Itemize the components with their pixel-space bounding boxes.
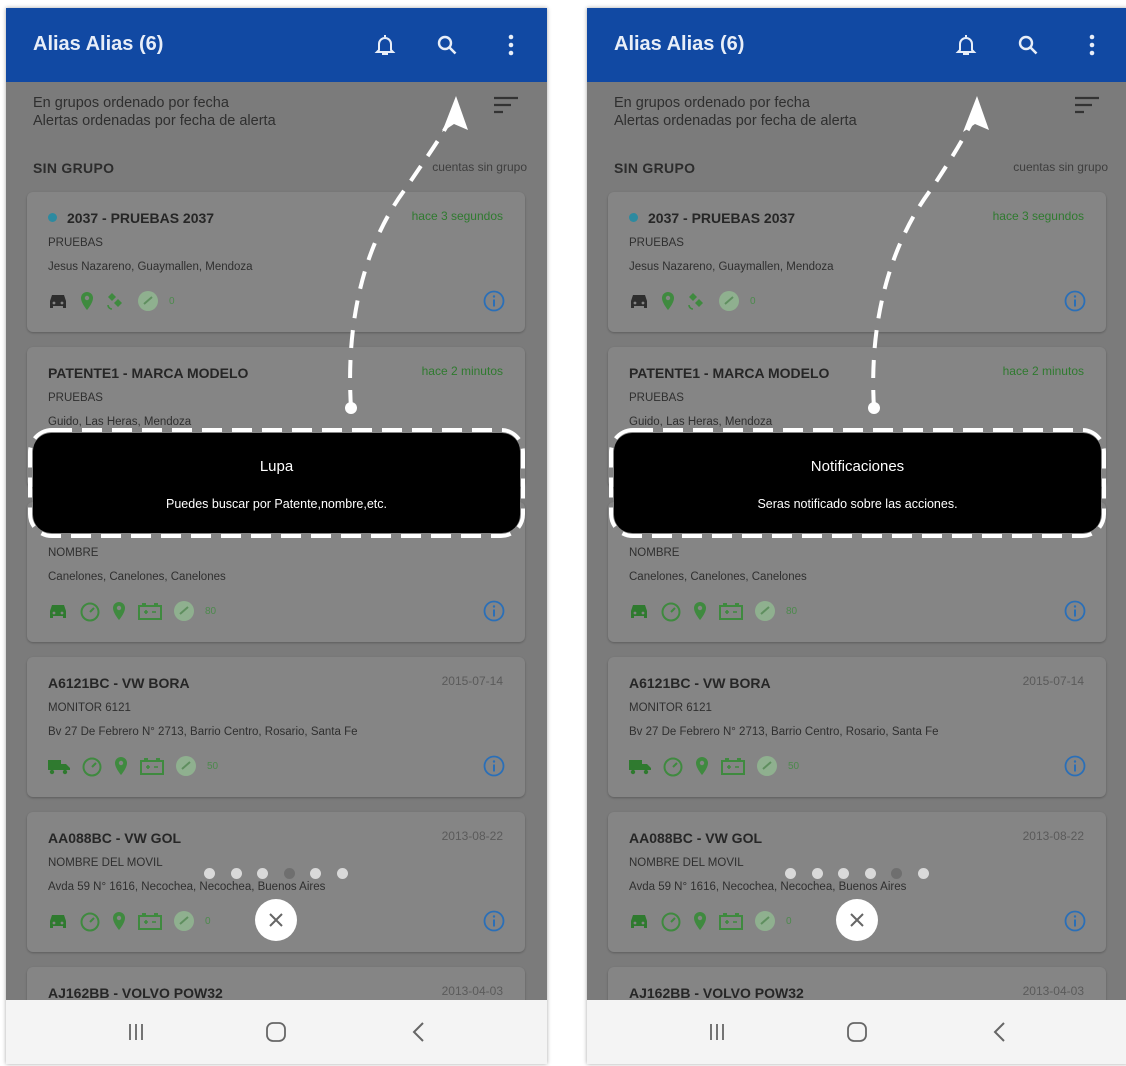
recent-apps-icon[interactable] [116, 1018, 156, 1046]
home-icon[interactable] [256, 1018, 296, 1046]
tour-step-dot[interactable] [310, 868, 321, 879]
tour-step-dot[interactable] [257, 868, 268, 879]
recent-apps-icon[interactable] [697, 1018, 737, 1046]
screen-lupa: Alias Alias (6) En grupos ordenado por f… [6, 8, 547, 1064]
tour-step-dot-active[interactable] [284, 868, 295, 879]
home-icon[interactable] [837, 1018, 877, 1046]
tour-tooltip: Lupa Puedes buscar por Patente,nombre,et… [33, 433, 520, 533]
tooltip-text: Seras notificado sobre las acciones. [757, 497, 958, 511]
back-icon[interactable] [398, 1018, 438, 1046]
tooltip-text: Puedes buscar por Patente,nombre,etc. [166, 497, 387, 511]
back-icon[interactable] [979, 1018, 1019, 1046]
tour-step-dot-active[interactable] [891, 868, 902, 879]
close-icon [269, 913, 283, 927]
tooltip-title: Lupa [259, 458, 294, 475]
screen-notificaciones: Alias Alias (6) En grupos ordenado por f… [587, 8, 1126, 1064]
tour-step-dot[interactable] [812, 868, 823, 879]
close-tour-button[interactable] [255, 899, 297, 941]
system-nav-bar [6, 1000, 547, 1064]
tour-tooltip: Notificaciones Seras notificado sobre la… [614, 433, 1101, 533]
tour-step-dot[interactable] [785, 868, 796, 879]
close-icon [850, 913, 864, 927]
close-tour-button[interactable] [836, 899, 878, 941]
tooltip-title: Notificaciones [810, 458, 905, 475]
tour-step-dot[interactable] [204, 868, 215, 879]
tour-step-dot[interactable] [838, 868, 849, 879]
system-nav-bar [587, 1000, 1126, 1064]
tour-step-dot[interactable] [865, 868, 876, 879]
tour-step-dot[interactable] [337, 868, 348, 879]
tour-step-dot[interactable] [231, 868, 242, 879]
tour-step-dot[interactable] [918, 868, 929, 879]
